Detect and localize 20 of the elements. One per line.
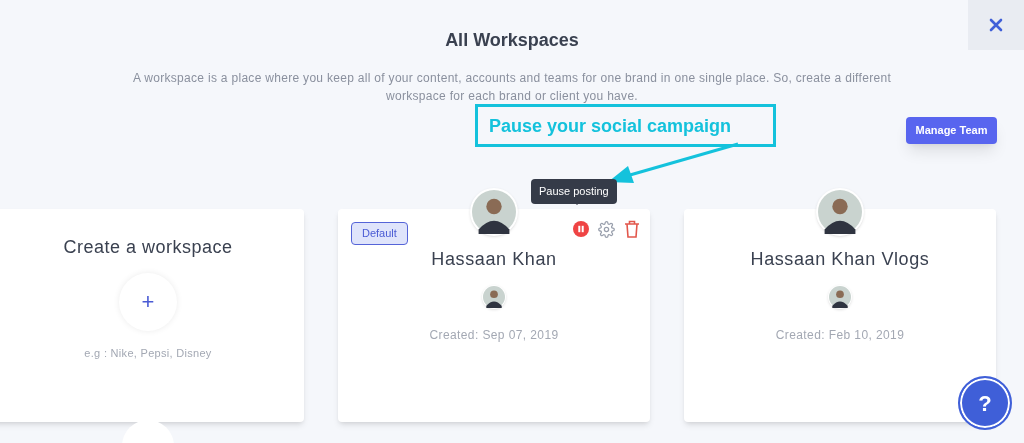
settings-icon[interactable]	[598, 220, 615, 238]
created-date: Created: Feb 10, 2019	[775, 327, 905, 344]
workspace-name: Hassaan Khan	[431, 248, 557, 271]
description-text: A workspace is a place where you keep all of your content, accounts and teams for one brand in one single place. So, create a different workspace for each brand or client you have.	[131, 70, 892, 105]
callout-text: Pause your social campaign	[489, 116, 732, 136]
card-title: Create a workspace	[63, 236, 233, 259]
close-icon	[989, 18, 1003, 32]
delete-icon[interactable]	[624, 220, 640, 238]
add-workspace-button[interactable]: +	[119, 273, 177, 331]
workspace-card[interactable]: Default Hassaan Khan Created: Sep 07, 2019	[338, 209, 650, 422]
workspace-name: Hassaan Khan Vlogs	[750, 248, 930, 271]
help-button[interactable]: ?	[958, 376, 1012, 430]
default-badge: Default	[351, 222, 408, 245]
manage-team-button[interactable]: Manage Team	[906, 117, 997, 144]
example-hint: e.g : Nike, Pepsi, Disney	[84, 346, 212, 361]
page-title: All Workspaces	[445, 29, 579, 52]
close-button[interactable]	[968, 0, 1024, 50]
tooltip: Pause posting	[531, 179, 617, 204]
pause-icon[interactable]	[573, 221, 589, 237]
created-date: Created: Sep 07, 2019	[429, 327, 559, 344]
